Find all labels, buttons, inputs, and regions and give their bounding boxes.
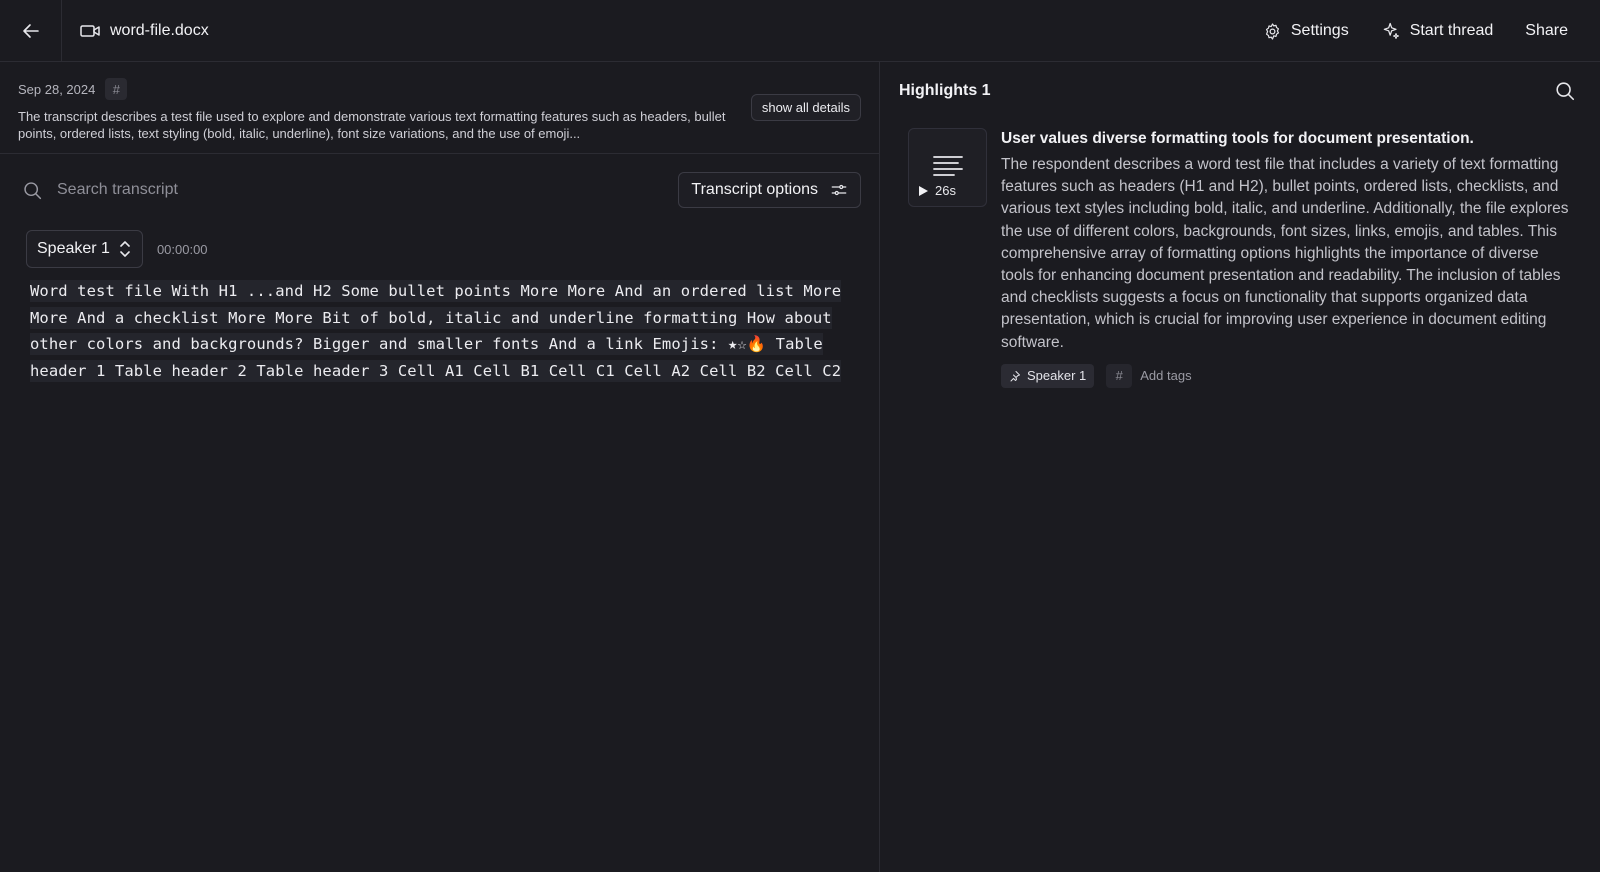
hash-icon: #: [112, 81, 120, 97]
highlights-title: Highlights 1: [899, 82, 991, 99]
file-name: word-file.docx: [110, 21, 209, 39]
transcript-pane: Sep 28, 2024 # The transcript describes …: [0, 62, 880, 872]
text-lines-icon: [933, 156, 963, 176]
top-actions: Settings Start thread Share: [1263, 0, 1568, 62]
share-label: Share: [1525, 22, 1568, 39]
speaker-tag[interactable]: Speaker 1: [1001, 363, 1095, 388]
settings-label: Settings: [1290, 22, 1349, 39]
file-title: word-file.docx: [80, 22, 209, 40]
share-button[interactable]: Share: [1525, 22, 1568, 40]
start-thread-button[interactable]: Start thread: [1381, 21, 1494, 41]
meta-row: Sep 28, 2024 #: [18, 78, 861, 100]
transcript-text[interactable]: Word test file With H1 ...and H2 Some bu…: [30, 280, 842, 382]
highlight-clip-thumbnail[interactable]: 26s: [908, 128, 987, 207]
highlight-card: 26s User values diverse formatting tools…: [881, 128, 1600, 398]
show-all-details-button[interactable]: show all details: [750, 94, 861, 121]
highlights-header: Highlights 1: [881, 62, 1600, 120]
arrow-left-icon: [22, 23, 39, 38]
add-tags-label: Add tags: [1140, 368, 1192, 384]
transcript-meta: Sep 28, 2024 # The transcript describes …: [0, 62, 879, 154]
hash-tag-button[interactable]: #: [105, 78, 128, 100]
add-tags-button[interactable]: # Add tags: [1106, 363, 1192, 388]
back-button[interactable]: [0, 0, 62, 62]
transcript-options-label: Transcript options: [691, 181, 818, 198]
speaker-select[interactable]: Speaker 1: [26, 230, 143, 268]
settings-button[interactable]: Settings: [1263, 22, 1349, 41]
speaker-row: Speaker 1 00:00:00: [0, 230, 879, 268]
play-icon: [919, 185, 928, 196]
highlight-body: User values diverse formatting tools for…: [1001, 128, 1571, 388]
video-icon: [80, 24, 100, 37]
highlight-title: User values diverse formatting tools for…: [1001, 130, 1474, 147]
search-icon: [1556, 82, 1575, 101]
top-bar: word-file.docx Settings Start thread Sha…: [0, 0, 1600, 62]
transcript-options-button[interactable]: Transcript options: [678, 172, 861, 208]
search-icon: [24, 181, 42, 199]
sliders-icon: [831, 184, 847, 196]
segment-timestamp: 00:00:00: [156, 241, 208, 257]
chevron-updown-icon: [120, 241, 130, 257]
sparkle-icon: [1383, 22, 1399, 40]
transcript-segment: Word test file With H1 ...and H2 Some bu…: [30, 278, 845, 384]
gear-icon: [1265, 22, 1279, 40]
hash-icon: #: [1106, 363, 1133, 388]
highlights-search-button[interactable]: [1554, 80, 1576, 107]
highlights-pane: Highlights 1 26s User values diverse for…: [881, 62, 1600, 872]
date-label: Sep 28, 2024: [18, 81, 96, 97]
speaker-tag-label: Speaker 1: [1027, 368, 1087, 384]
start-thread-label: Start thread: [1409, 22, 1494, 39]
clip-play[interactable]: 26s: [918, 183, 956, 198]
clip-duration: 26s: [935, 183, 956, 198]
highlight-text: The respondent describes a word test fil…: [1001, 156, 1569, 351]
speaker-select-label: Speaker 1: [37, 240, 110, 257]
search-transcript-input[interactable]: [57, 181, 557, 199]
highlight-tags: Speaker 1 # Add tags: [1001, 363, 1571, 388]
transcript-summary: The transcript describes a test file use…: [18, 109, 726, 141]
transcript-search: Transcript options: [0, 154, 879, 226]
pin-icon: [1010, 370, 1020, 382]
